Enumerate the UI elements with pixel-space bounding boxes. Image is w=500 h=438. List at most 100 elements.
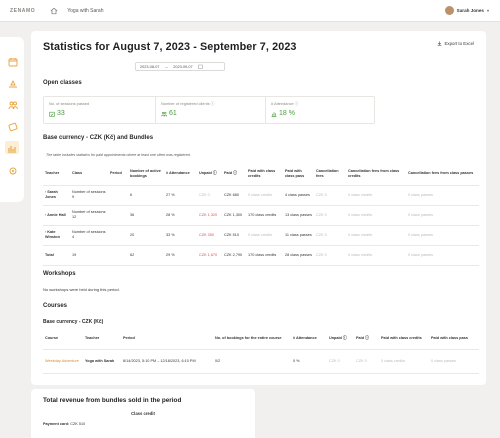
cancel-credits-cell: 0 class credits [348,232,373,237]
paid-pass-cell: 28 class passes [285,252,313,257]
paid-cell: CZK 510 [224,232,239,237]
date-to: 2023-09-07 [173,64,193,69]
user-menu[interactable]: Sarah Jones ▾ [444,6,489,15]
chevron-down-icon: ▾ [486,8,489,13]
table-row[interactable]: › Annie Hall Number of sessions 12 36 28… [43,205,479,225]
col-paid-credits[interactable]: Paid with class credits [246,163,283,185]
users-icon[interactable] [7,99,18,110]
date-range-picker[interactable]: 2023-08-07 → 2023-09-07 [135,62,225,71]
table-header-row: Teacher Class Period Number of active bo… [43,163,479,185]
payment-value: CZK 510 [70,422,86,426]
stat-registered-clients: Number of registered clients ⓘ 61 [155,96,267,124]
col-cancel-passes[interactable]: Cancellation fees from class passes [406,163,479,185]
stat-value: 18 % [279,110,295,117]
period-cell [108,205,128,225]
unpaid-cell: CZK 0 [199,192,210,197]
statistics-icon[interactable] [5,141,19,154]
col-attendance[interactable]: # Attendance [164,163,197,185]
col-cancellation-fees[interactable]: Cancellation fees [314,163,346,185]
studio-name[interactable]: Yoga with Sarah [67,8,103,14]
cancel-passes-cell: 0 class passes [408,232,433,237]
bookings-cell: 6 [130,192,133,197]
lotus-icon[interactable] [7,78,18,89]
col-paid-credits[interactable]: Paid with class credits [379,329,429,349]
col-unpaid[interactable]: Unpaid ⓘ [197,163,222,185]
col-paid[interactable]: Paid ⓘ [354,329,379,349]
teacher-cell: › Annie Hall [43,205,70,225]
paid-cell: CZK 0 [356,358,367,363]
col-course[interactable]: Course [43,329,83,349]
stat-value: 61 [169,110,177,117]
calendar-check-icon [49,111,55,117]
export-button[interactable]: Export to Excel [437,41,474,46]
paid-credits-cell: 0 class credits [248,232,273,237]
period-cell [108,225,128,245]
teacher-name: Kate Winston [45,230,60,239]
table-header-row: Course Teacher Period No. of bookings fo… [43,329,479,349]
home-icon[interactable] [50,7,58,15]
paid-cell: CZK 680 [224,192,239,197]
col-period[interactable]: Period [121,329,213,349]
stat-sessions-passed: No. of sessions passed 33 [43,96,163,124]
sidebar [0,37,24,202]
users-icon [161,111,167,116]
courses-subheading: Base currency - CZK (Kč) [43,319,104,325]
cancel-passes-cell: 0 class passes [408,252,433,257]
table-row[interactable]: › Sarah Jones Number of sessions 9 6 27 … [43,185,479,205]
col-period[interactable]: Period [108,163,128,185]
base-currency-heading: Base currency - CZK (Kč) and Bundles [43,135,154,141]
col-paid[interactable]: Paid ⓘ [222,163,246,185]
paid-pass-cell: 13 class passes [285,212,313,217]
period-cell [108,185,128,205]
course-link[interactable]: Weekday Adventure [43,349,83,373]
col-bookings[interactable]: No. of bookings for the entire course [213,329,291,349]
paid-pass-cell: 4 class passes [285,192,310,197]
col-class[interactable]: Class [70,163,108,185]
date-from: 2023-08-07 [140,64,160,69]
bar-chart-icon [271,111,277,117]
payment-card-line: Payment card: CZK 510 [43,422,85,426]
workshops-empty-text: No workshops were held during this perio… [43,287,120,292]
class-cell: Number of sessions 4 [72,230,106,239]
paid-cell: CZK 2,790 [224,252,243,257]
bookings-cell: 20 [130,232,135,237]
col-attendance[interactable]: # Attendance [291,329,327,349]
date-arrow: → [164,64,169,69]
col-teacher[interactable]: Teacher [43,163,70,185]
avatar [444,6,454,15]
col-paid-pass[interactable]: Paid with class pass [429,329,479,349]
col-unpaid[interactable]: Unpaid ⓘ [327,329,354,349]
paid-credits-cell: 0 class credits [381,358,406,363]
attendance-cell: 29 % [166,252,175,257]
stat-value-row: 33 [49,110,65,117]
calendar-icon[interactable] [7,56,18,67]
col-cancel-credits[interactable]: Cancellation fees from class credits [346,163,406,185]
stat-value-row: 18 % [271,110,295,117]
table-total-row: Total 19 62 29 % CZK 1,670 CZK 2,790 170… [43,245,479,265]
brand-logo[interactable]: ZENAMO [10,8,35,14]
stat-label: # Attendance ⓘ [271,101,299,106]
teacher-cell: Yoga with Sarah [85,358,115,363]
table-row[interactable]: › Kate Winston Number of sessions 4 20 3… [43,225,479,245]
cancel-credits-cell: 0 class credits [348,192,373,197]
paid-pass-cell: 11 class passes [285,232,312,237]
user-name: Sarah Jones [456,8,484,13]
ticket-icon[interactable] [7,121,18,132]
attendance-cell: 28 % [166,212,175,217]
settings-icon[interactable] [7,165,18,176]
stat-label: Number of registered clients ⓘ [161,101,215,106]
unpaid-cell: CZK 0 [329,358,340,363]
calendar-icon [197,64,203,69]
classes-table: Teacher Class Period Number of active bo… [43,163,479,266]
attendance-cell: 0 % [293,358,300,363]
stat-attendance: # Attendance ⓘ 18 % [265,96,375,124]
attendance-cell: 27 % [166,192,175,197]
col-bookings[interactable]: Number of active bookings [128,163,164,185]
cancel-passes-cell: 0 class passes [408,192,433,197]
table-note: The table includes statistics for paid a… [46,153,191,157]
col-teacher[interactable]: Teacher [83,329,121,349]
bookings-cell: 62 [130,252,135,257]
table-row[interactable]: Weekday Adventure Yoga with Sarah 8/14/2… [43,349,479,373]
col-paid-pass[interactable]: Paid with class pass [283,163,314,185]
bookings-cell: 0/2 [215,358,221,363]
